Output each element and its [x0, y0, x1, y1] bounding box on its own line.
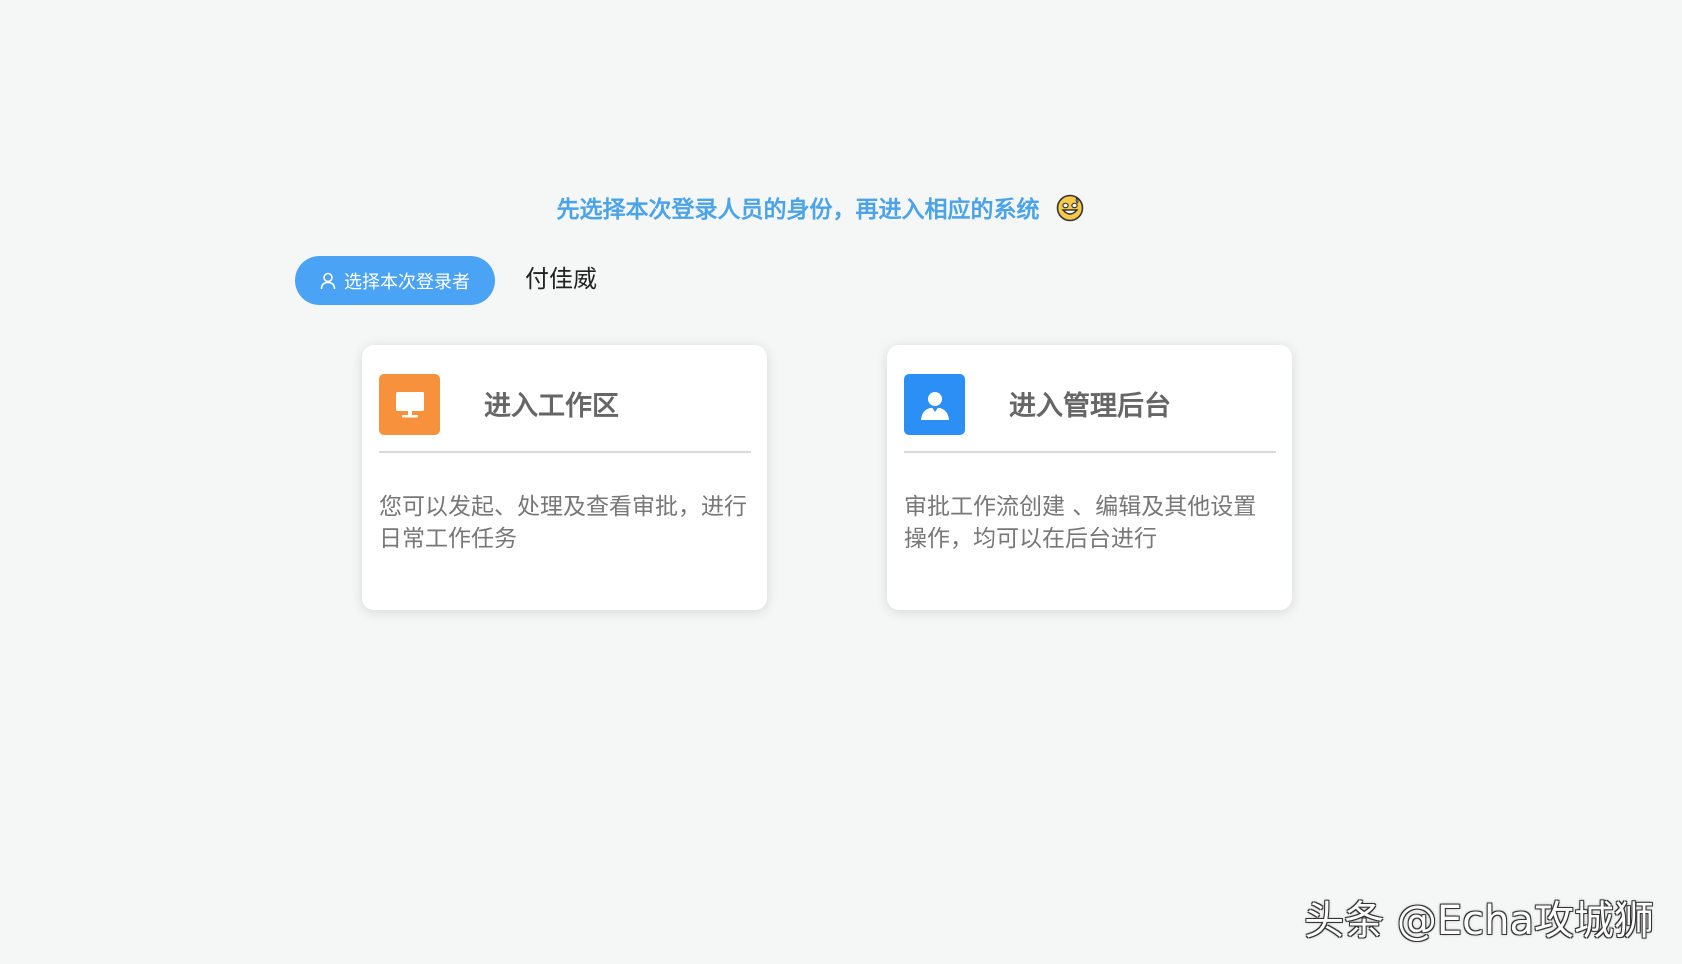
workspace-card-title: 进入工作区: [484, 391, 619, 422]
admin-card-description: 审批工作流创建 、编辑及其他设置操作，均可以在后台进行: [904, 494, 1257, 552]
enter-workspace-card[interactable]: 进入工作区 您可以发起、处理及查看审批，进行日常工作任务: [362, 345, 767, 610]
admin-icon-box: [904, 374, 965, 435]
workspace-card-description: 您可以发起、处理及查看审批，进行日常工作任务: [379, 494, 747, 552]
page-headline: 先选择本次登录人员的身份，再进入相应的系统: [0, 192, 1640, 228]
admin-card-divider: [904, 451, 1276, 453]
selected-person-name: 付佳威: [525, 265, 597, 293]
watermark-text: 头条 @Echa攻城狮: [1304, 898, 1654, 944]
headline-text: 先选择本次登录人员的身份，再进入相应的系统: [556, 197, 1040, 223]
select-login-person-label: 选择本次登录者: [344, 271, 470, 293]
enter-admin-card[interactable]: 进入管理后台 审批工作流创建 、编辑及其他设置操作，均可以在后台进行: [887, 345, 1292, 610]
select-login-person-button[interactable]: 选择本次登录者: [295, 256, 495, 305]
workspace-icon-box: [379, 374, 440, 435]
monitor-icon: [395, 391, 424, 417]
workspace-card-divider: [379, 451, 751, 453]
admin-card-title: 进入管理后台: [1009, 391, 1171, 422]
user-outline-icon: [320, 272, 336, 289]
grinning-sweat-emoji-icon: [1056, 194, 1083, 222]
user-icon: [920, 391, 949, 420]
